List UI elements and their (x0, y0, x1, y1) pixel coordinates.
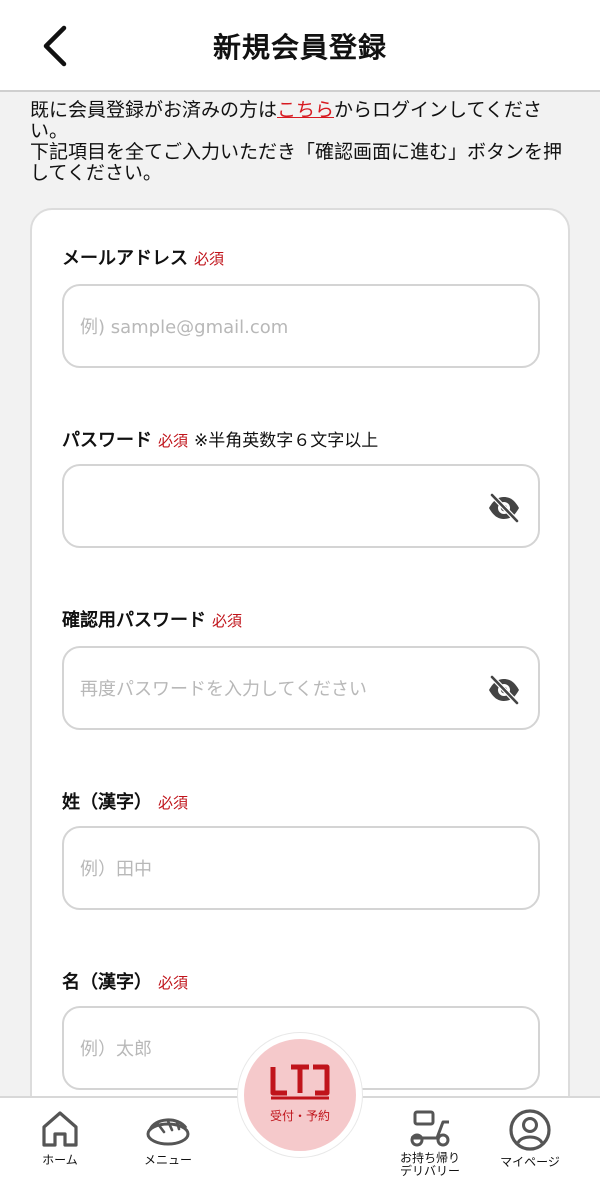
password-label: パスワード 必須 ※半角英数字６文字以上 (62, 426, 378, 452)
first-name-placeholder: 例）太郎 (80, 1039, 152, 1060)
last-name-field[interactable]: 例）田中 (62, 826, 540, 910)
page-title: 新規会員登録 (212, 31, 387, 64)
password-field[interactable] (62, 464, 540, 548)
sushi-icon (146, 1118, 190, 1146)
login-link[interactable]: こちら (277, 99, 334, 121)
email-field[interactable]: 例) sample@gmail.com (62, 284, 540, 368)
email-placeholder: 例) sample@gmail.com (80, 317, 289, 338)
tab-home-label: ホーム (42, 1153, 78, 1167)
tab-mypage[interactable]: マイページ (480, 1108, 580, 1198)
last-name-label: 姓（漢字） 必須 (62, 788, 188, 814)
tab-takeout[interactable]: お持ち帰り デリバリー (380, 1108, 480, 1198)
login-notice: 既に会員登録がお済みの方はこちらからログインしてください。 (30, 100, 570, 142)
tab-mypage-label: マイページ (500, 1155, 560, 1169)
tab-menu[interactable]: メニュー (118, 1108, 218, 1198)
password-confirm-label-text: 確認用パスワード (62, 610, 206, 631)
reception-logo-icon (270, 1064, 330, 1100)
last-name-placeholder: 例）田中 (80, 859, 152, 880)
password-confirm-field[interactable]: 再度パスワードを入力してください (62, 646, 540, 730)
reservation-button[interactable]: 受付・予約 (238, 1033, 362, 1157)
password-note: ※半角英数字６文字以上 (194, 431, 379, 451)
password-label-text: パスワード (62, 430, 152, 451)
email-label-text: メールアドレス (62, 248, 188, 269)
intro-text: 既に会員登録がお済みの方はこちらからログインしてください。 下記項目を全てご入力… (30, 100, 570, 184)
first-name-label: 名（漢字） 必須 (62, 968, 188, 994)
last-name-label-text: 姓（漢字） (62, 792, 152, 813)
required-badge: 必須 (212, 612, 243, 630)
required-badge: 必須 (158, 974, 189, 992)
delivery-scooter-icon (410, 1110, 450, 1147)
tab-home[interactable]: ホーム (10, 1108, 110, 1198)
home-icon (42, 1111, 78, 1147)
required-badge: 必須 (158, 794, 189, 812)
password-confirm-label: 確認用パスワード 必須 (62, 606, 242, 632)
reservation-label: 受付・予約 (269, 1109, 330, 1123)
instruction-text: 下記項目を全てご入力いただき「確認画面に進む」ボタンを押してください。 (30, 141, 563, 184)
eye-off-icon[interactable] (486, 672, 522, 708)
app-header: 新規会員登録 (0, 0, 600, 92)
required-badge: 必須 (158, 432, 189, 450)
password-confirm-placeholder: 再度パスワードを入力してください (80, 679, 367, 700)
user-circle-icon (509, 1109, 551, 1151)
login-notice-prefix: 既に会員登録がお済みの方は (30, 99, 278, 121)
tab-menu-label: メニュー (143, 1153, 192, 1167)
required-badge: 必須 (194, 250, 225, 268)
tab-takeout-label-2: デリバリー (399, 1164, 460, 1178)
first-name-label-text: 名（漢字） (62, 972, 152, 993)
email-label: メールアドレス 必須 (62, 244, 224, 270)
eye-off-icon[interactable] (486, 490, 522, 526)
